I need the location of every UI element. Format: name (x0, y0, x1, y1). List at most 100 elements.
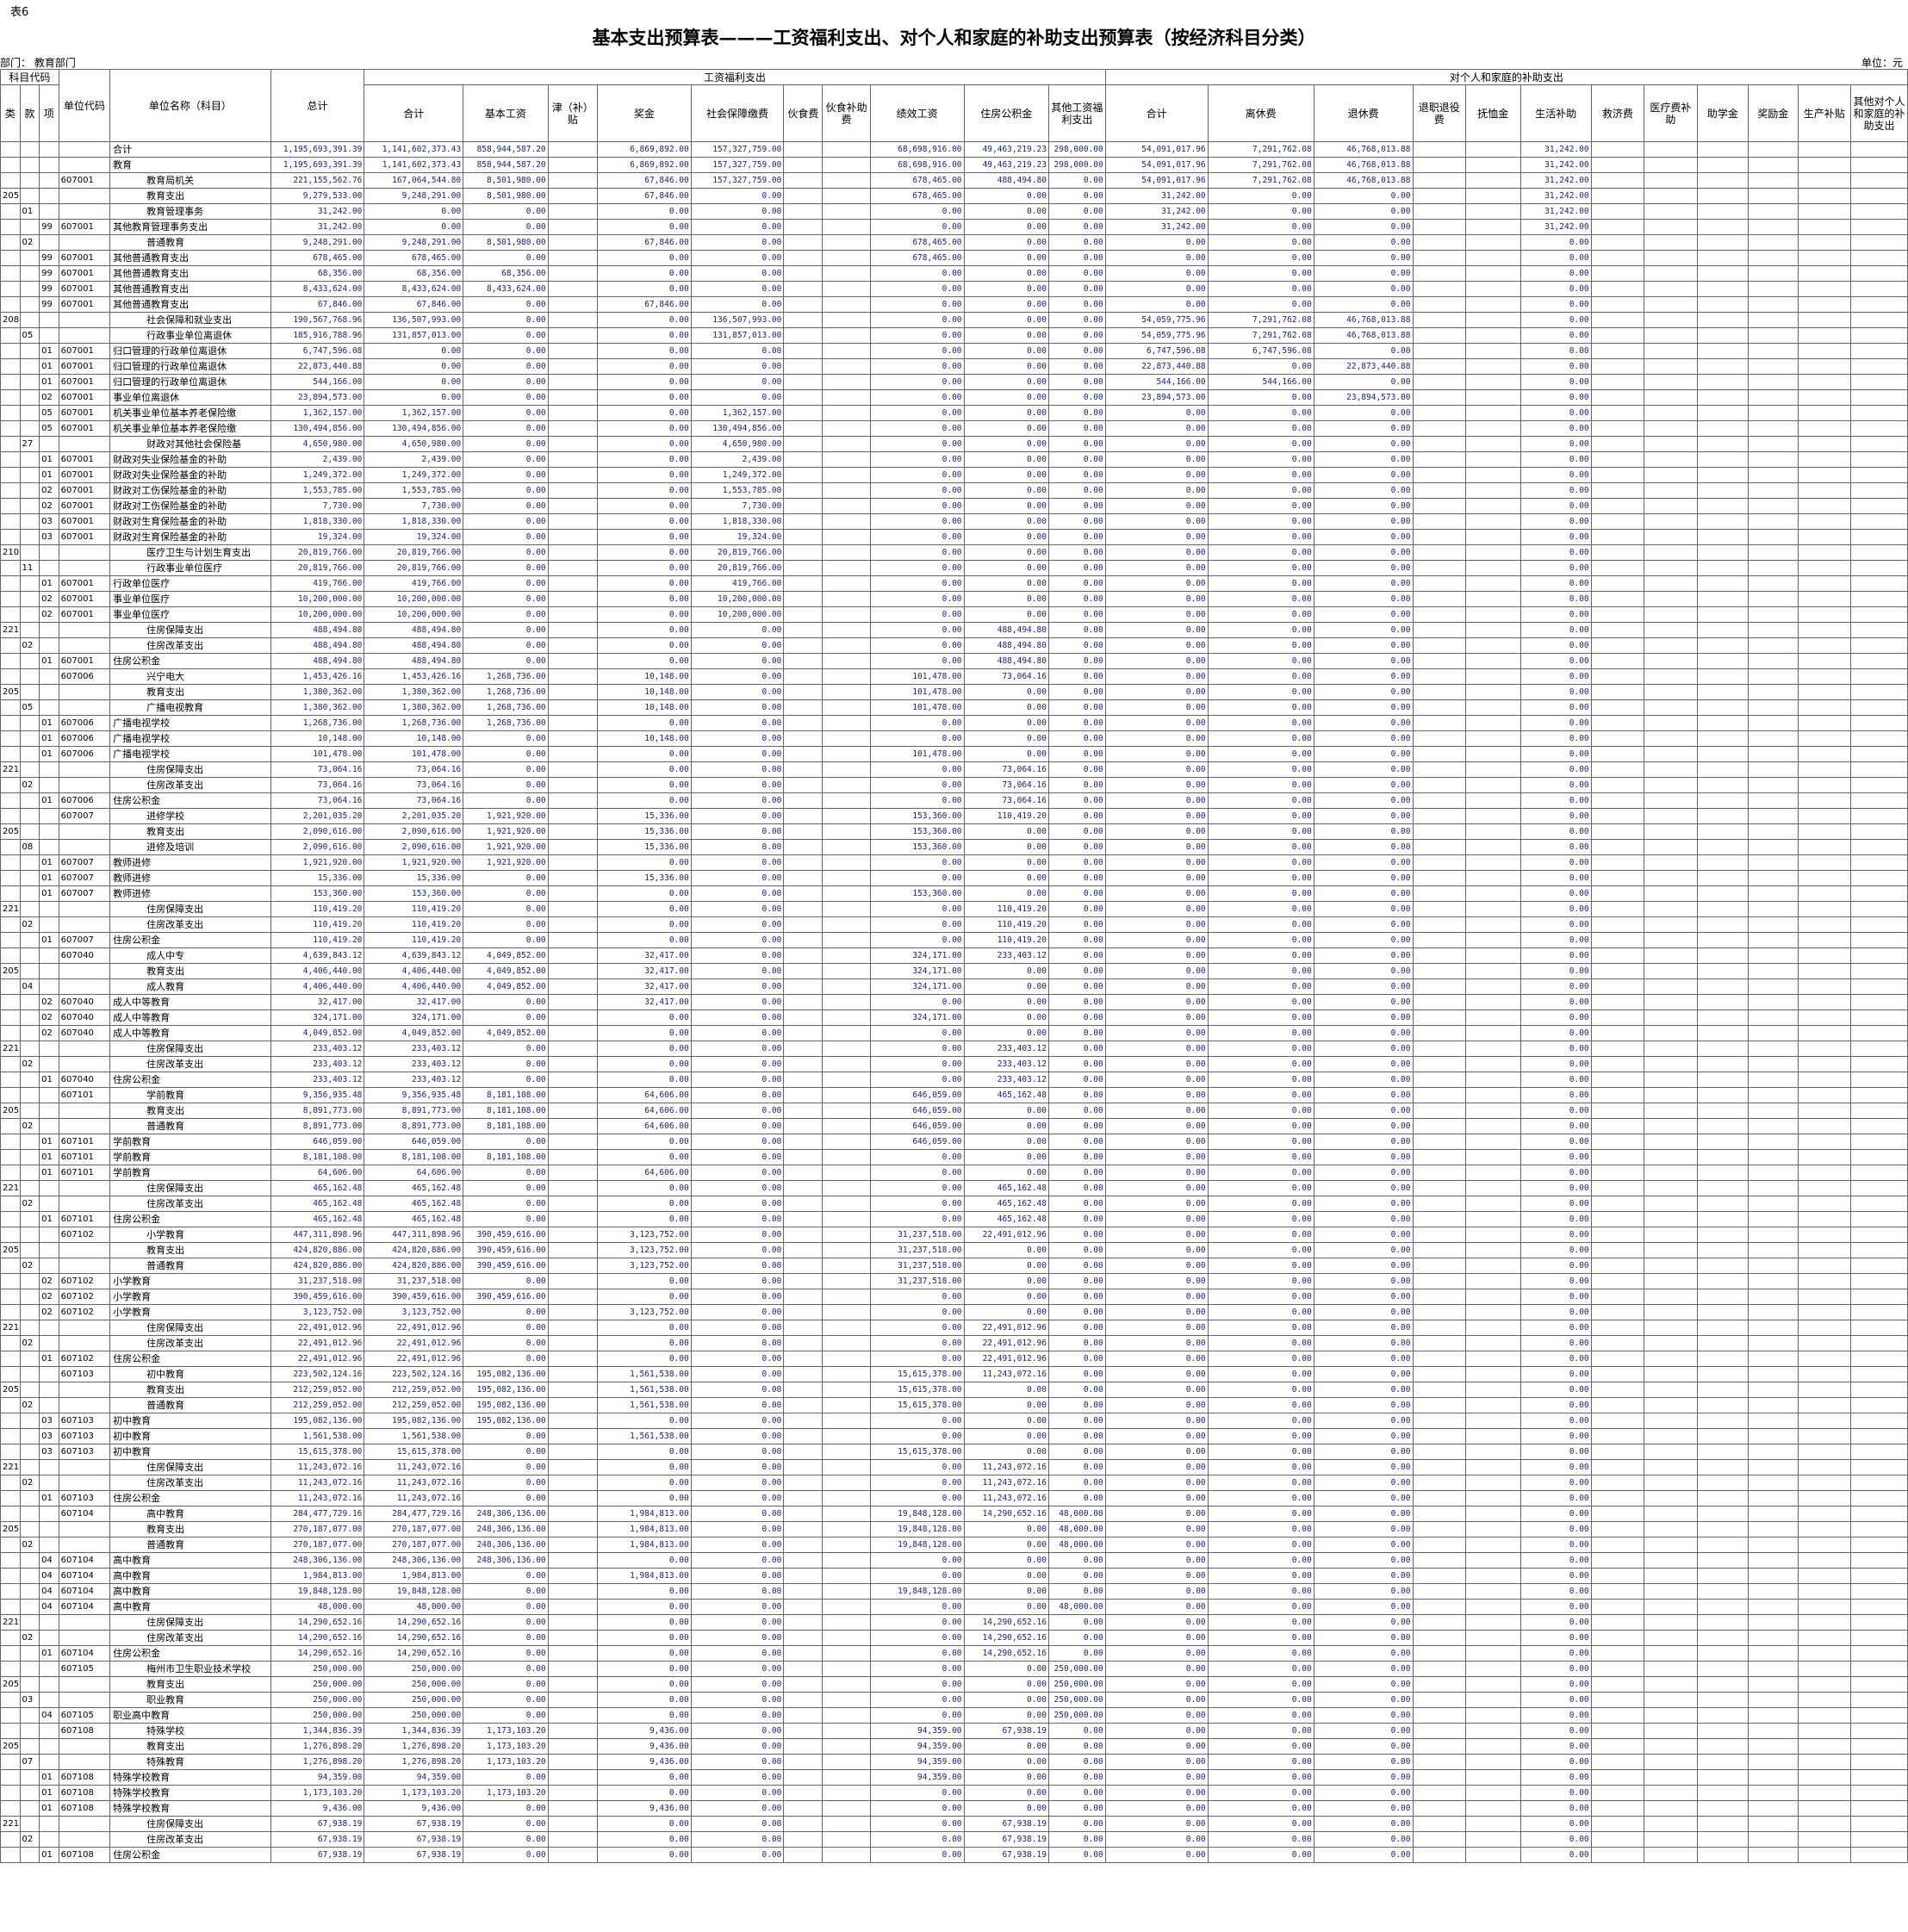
amount-cell[interactable]: 0.00 (463, 1568, 549, 1584)
amount-cell[interactable] (1748, 854, 1799, 871)
amount-cell[interactable] (547, 374, 599, 390)
amount-cell[interactable] (547, 1707, 599, 1724)
unit-code-cell[interactable]: 607001 (58, 513, 111, 530)
unit-code-cell[interactable] (58, 1676, 111, 1693)
amount-cell[interactable]: 20,819,766.00 (364, 544, 464, 561)
amount-cell[interactable] (1797, 870, 1852, 886)
amount-cell[interactable] (822, 1723, 871, 1739)
amount-cell[interactable] (783, 730, 823, 747)
kuan-cell[interactable] (19, 932, 40, 948)
amount-cell[interactable]: 233,403.12 (364, 1072, 464, 1088)
kuan-cell[interactable] (19, 1723, 40, 1739)
amount-cell[interactable]: 0.00 (463, 1847, 549, 1863)
amount-cell[interactable] (1590, 281, 1645, 297)
unit-name-cell[interactable]: 教育支出 (109, 1242, 271, 1258)
amount-cell[interactable] (1644, 1506, 1698, 1522)
amount-cell[interactable] (1797, 606, 1852, 623)
amount-cell[interactable] (547, 730, 599, 747)
amount-cell[interactable]: 0.00 (963, 327, 1049, 344)
unit-name-cell[interactable]: 高中教育 (109, 1599, 271, 1615)
amount-cell[interactable] (1412, 188, 1467, 204)
amount-cell[interactable]: 4,406,440.00 (364, 978, 464, 995)
amount-cell[interactable] (822, 374, 871, 390)
amount-cell[interactable]: 1,276,898.20 (270, 1754, 365, 1770)
amount-cell[interactable] (1797, 1211, 1852, 1227)
unit-name-cell[interactable]: 住房公积金 (109, 1490, 271, 1506)
unit-code-cell[interactable] (58, 1475, 111, 1491)
amount-cell[interactable] (783, 1335, 823, 1351)
amount-cell[interactable]: 0.00 (1104, 947, 1209, 964)
amount-cell[interactable]: 67,938.19 (364, 1847, 464, 1863)
amount-cell[interactable] (1465, 1041, 1521, 1057)
kuan-cell[interactable] (19, 1552, 40, 1569)
amount-cell[interactable] (1797, 1661, 1852, 1677)
amount-cell[interactable]: 248,306,136.00 (270, 1552, 365, 1569)
amount-cell[interactable] (1850, 157, 1908, 173)
amount-cell[interactable]: 0.00 (1047, 1320, 1106, 1336)
amount-cell[interactable] (1748, 1320, 1799, 1336)
amount-cell[interactable] (1797, 172, 1852, 189)
amount-cell[interactable]: 0.00 (1104, 1351, 1209, 1367)
amount-cell[interactable]: 22,873,440.88 (270, 358, 365, 375)
amount-cell[interactable]: 0.00 (1104, 405, 1209, 421)
amount-cell[interactable] (1412, 250, 1467, 266)
amount-cell[interactable]: 0.00 (963, 1599, 1049, 1615)
xiang-cell[interactable] (39, 1459, 59, 1475)
amount-cell[interactable] (1850, 451, 1908, 468)
amount-cell[interactable]: 0.00 (1104, 1025, 1209, 1041)
amount-cell[interactable]: 465,162.48 (963, 1180, 1049, 1196)
amount-cell[interactable] (1850, 1800, 1908, 1817)
amount-cell[interactable] (1644, 1645, 1698, 1662)
amount-cell[interactable]: 0.00 (869, 560, 965, 576)
amount-cell[interactable]: 0.00 (463, 498, 549, 514)
amount-cell[interactable] (1590, 1056, 1645, 1072)
kuan-cell[interactable] (19, 901, 40, 917)
amount-cell[interactable]: 10,200,000.00 (364, 591, 464, 607)
amount-cell[interactable]: 15,615,378.00 (364, 1444, 464, 1460)
kuan-cell[interactable] (19, 1320, 40, 1336)
amount-cell[interactable]: 1,553,785.00 (364, 482, 464, 499)
amount-cell[interactable] (822, 1645, 871, 1662)
amount-cell[interactable] (822, 653, 871, 669)
amount-cell[interactable]: 0.00 (597, 1025, 692, 1041)
amount-cell[interactable]: 0.00 (463, 1009, 549, 1026)
amount-cell[interactable]: 0.00 (869, 901, 965, 917)
amount-cell[interactable] (1850, 296, 1908, 313)
amount-cell[interactable]: 0.00 (1104, 668, 1209, 685)
amount-cell[interactable]: 0.00 (1104, 1707, 1209, 1724)
amount-cell[interactable] (822, 746, 871, 762)
amount-cell[interactable] (822, 1180, 871, 1196)
amount-cell[interactable] (822, 203, 871, 220)
amount-cell[interactable]: 0.00 (690, 1769, 785, 1786)
amount-cell[interactable] (1590, 668, 1645, 685)
amount-cell[interactable]: 0.00 (1520, 963, 1592, 979)
unit-code-cell[interactable]: 607007 (58, 870, 111, 886)
amount-cell[interactable]: 1,362,157.00 (690, 405, 785, 421)
amount-cell[interactable]: 1,984,813.00 (270, 1568, 365, 1584)
unit-name-cell[interactable]: 社会保障和就业支出 (109, 312, 271, 328)
amount-cell[interactable]: 0.00 (597, 1134, 692, 1150)
amount-cell[interactable] (1797, 250, 1852, 266)
amount-cell[interactable] (1412, 358, 1467, 375)
amount-cell[interactable] (1696, 684, 1750, 700)
amount-cell[interactable]: 0.00 (463, 1428, 549, 1444)
amount-cell[interactable] (822, 777, 871, 793)
amount-cell[interactable]: 0.00 (1104, 1087, 1209, 1103)
amount-cell[interactable]: 0.00 (1207, 1351, 1314, 1367)
amount-cell[interactable] (1748, 1831, 1799, 1848)
lei-cell[interactable] (0, 885, 21, 902)
amount-cell[interactable]: 0.00 (463, 219, 549, 235)
amount-cell[interactable] (1850, 870, 1908, 886)
unit-name-cell[interactable]: 财政对工伤保险基金的补助 (109, 482, 271, 499)
amount-cell[interactable]: 10,148.00 (364, 730, 464, 747)
lei-cell[interactable] (0, 839, 21, 855)
amount-cell[interactable] (783, 575, 823, 592)
amount-cell[interactable] (1412, 1847, 1467, 1863)
amount-cell[interactable] (1644, 1614, 1698, 1631)
amount-cell[interactable]: 0.00 (1520, 1289, 1592, 1305)
amount-cell[interactable]: 0.00 (1520, 1521, 1592, 1538)
amount-cell[interactable] (1850, 1599, 1908, 1615)
amount-cell[interactable] (1696, 141, 1750, 158)
amount-cell[interactable] (1748, 1537, 1799, 1553)
xiang-cell[interactable]: 01 (39, 1847, 59, 1863)
